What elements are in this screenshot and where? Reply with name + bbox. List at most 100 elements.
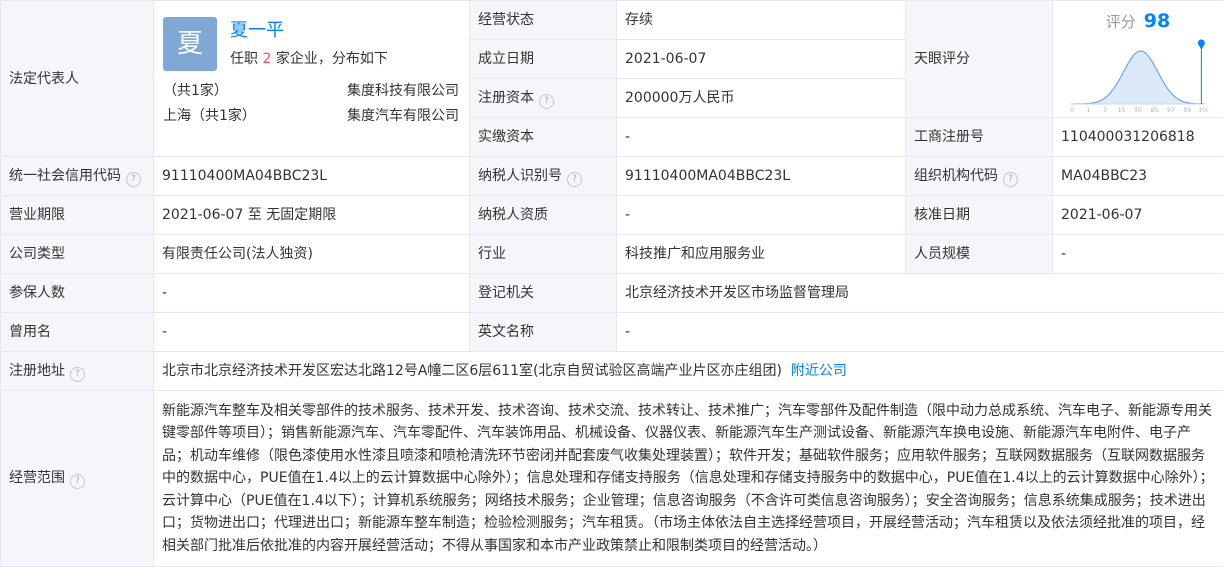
company-info-table: 法定代表人 夏 夏一平 任职 2 家企业，分布如下 （共1家） 集度科技有限公司… <box>0 0 1223 567</box>
term-label: 营业期限 <box>1 196 154 235</box>
region-item: （共1家） <box>163 81 228 101</box>
legal-rep-label: 法定代表人 <box>1 1 154 157</box>
reg-address-cell: 北京市北京经济技术开发区宏达北路12号A幢二区6层611室(北京自贸试验区高端产… <box>154 352 1223 391</box>
taxpayer-qual-value: - <box>617 196 906 235</box>
staff-size-label-text: 人员规模 <box>914 246 970 262</box>
region-company[interactable]: 集度科技有限公司 <box>347 81 459 101</box>
credit-code-value: 91110400MA04BBC23L <box>154 157 470 196</box>
insured-value: - <box>154 274 470 313</box>
former-name-label-text: 曾用名 <box>9 324 51 340</box>
score-value: 98 <box>1144 10 1170 32</box>
axis-tick-labels: 0 1 3 15 50 85 97 99 100 <box>1070 107 1208 114</box>
org-code-label: 组织机构代码? <box>906 157 1053 196</box>
reg-authority-label-text: 登记机关 <box>478 285 534 301</box>
reg-capital-label: 注册资本? <box>470 79 617 118</box>
reg-address-value: 北京市北京经济技术开发区宏达北路12号A幢二区6层611室(北京自贸试验区高端产… <box>162 363 782 379</box>
reg-capital-label-text: 注册资本 <box>478 90 534 106</box>
summary-suffix: 家企业，分布如下 <box>276 51 388 67</box>
score-label: 评分 <box>1106 13 1136 31</box>
question-circle-icon[interactable]: ? <box>567 172 582 187</box>
location-pin-icon <box>1198 40 1205 51</box>
staff-size-value: - <box>1053 235 1223 274</box>
org-code-label-text: 组织机构代码 <box>914 168 998 184</box>
taxpayer-id-value: 91110400MA04BBC23L <box>617 157 906 196</box>
taxpayer-id-label: 纳税人识别号? <box>470 157 617 196</box>
company-type-label: 公司类型 <box>1 235 154 274</box>
score-header: 评分 98 <box>1053 11 1223 33</box>
insured-label: 参保人数 <box>1 274 154 313</box>
industry-label-text: 行业 <box>478 246 506 262</box>
status-label: 经营状态 <box>470 1 617 40</box>
axis-tick-label: 99 <box>1184 107 1192 114</box>
score-cell: 评分 98 0 1 3 15 50 85 97 99 100 <box>1053 1 1223 118</box>
reg-no-label: 工商注册号 <box>906 118 1053 157</box>
paid-capital-value: - <box>617 118 906 157</box>
scope-value: 新能源汽车整车及相关零部件的技术服务、技术开发、技术咨询、技术交流、技术转让、技… <box>154 391 1223 567</box>
reg-no-value: 110400031206818 <box>1053 118 1223 157</box>
english-name-label: 英文名称 <box>470 313 617 352</box>
org-code-value: MA04BBC23 <box>1053 157 1223 196</box>
axis-tick-label: 100 <box>1198 107 1208 114</box>
legal-rep-label-text: 法定代表人 <box>9 71 79 87</box>
company-type-value: 有限责任公司(法人独资) <box>154 235 470 274</box>
found-date-value: 2021-06-07 <box>617 40 906 79</box>
paid-capital-label: 实缴资本 <box>470 118 617 157</box>
found-date-label: 成立日期 <box>470 40 617 79</box>
distribution-area <box>1072 51 1204 104</box>
axis-tick-label: 85 <box>1151 107 1159 114</box>
staff-size-label: 人员规模 <box>906 235 1053 274</box>
scope-label: 经营范围? <box>1 391 154 567</box>
credit-code-label-text: 统一社会信用代码 <box>9 168 121 184</box>
status-value: 存续 <box>617 1 906 40</box>
former-name-value: - <box>154 313 470 352</box>
nearby-companies-link[interactable]: 附近公司 <box>791 363 847 379</box>
axis-tick-label: 15 <box>1118 107 1126 114</box>
status-label-text: 经营状态 <box>478 12 534 28</box>
credit-code-label: 统一社会信用代码? <box>1 157 154 196</box>
reg-authority-value: 北京经济技术开发区市场监督管理局 <box>617 274 1223 313</box>
axis-tick-label: 1 <box>1087 107 1091 114</box>
axis-tick-label: 97 <box>1167 107 1175 114</box>
question-circle-icon[interactable]: ? <box>70 367 85 382</box>
taxpayer-qual-label-text: 纳税人资质 <box>478 207 548 223</box>
approval-date-label: 核准日期 <box>906 196 1053 235</box>
paid-capital-label-text: 实缴资本 <box>478 129 534 145</box>
former-name-label: 曾用名 <box>1 313 154 352</box>
reg-authority-label: 登记机关 <box>470 274 617 313</box>
question-circle-icon[interactable]: ? <box>126 172 141 187</box>
found-date-label-text: 成立日期 <box>478 51 534 67</box>
axis-tick-label: 50 <box>1134 107 1142 114</box>
scope-label-text: 经营范围 <box>9 470 65 486</box>
approval-date-label-text: 核准日期 <box>914 207 970 223</box>
industry-label: 行业 <box>470 235 617 274</box>
tianyan-label-text: 天眼评分 <box>914 51 970 67</box>
reg-no-label-text: 工商注册号 <box>914 129 984 145</box>
question-circle-icon[interactable]: ? <box>539 94 554 109</box>
english-name-value: - <box>617 313 1223 352</box>
summary-prefix: 任职 <box>230 51 258 67</box>
axis-tick-label: 0 <box>1070 107 1074 114</box>
region-company[interactable]: 集度汽车有限公司 <box>347 106 459 126</box>
score-distribution-chart: 0 1 3 15 50 85 97 99 100 <box>1068 37 1208 117</box>
company-type-label-text: 公司类型 <box>9 246 65 262</box>
legal-rep-cell: 夏 夏一平 任职 2 家企业，分布如下 （共1家） 集度科技有限公司 上海（共1… <box>154 1 470 157</box>
approval-date-value: 2021-06-07 <box>1053 196 1223 235</box>
summary-count: 2 <box>262 51 271 67</box>
axis-tick-label: 3 <box>1103 107 1107 114</box>
reg-address-label-text: 注册地址 <box>9 363 65 379</box>
avatar[interactable]: 夏 <box>163 17 217 71</box>
term-value: 2021-06-07 至 无固定期限 <box>154 196 470 235</box>
tianyan-label: 天眼评分 <box>906 1 1053 118</box>
term-label-text: 营业期限 <box>9 207 65 223</box>
reg-capital-value: 200000万人民币 <box>617 79 906 118</box>
industry-value: 科技推广和应用服务业 <box>617 235 906 274</box>
question-circle-icon[interactable]: ? <box>1003 172 1018 187</box>
legal-rep-name-link[interactable]: 夏一平 <box>230 21 284 41</box>
taxpayer-id-label-text: 纳税人识别号 <box>478 168 562 184</box>
insured-label-text: 参保人数 <box>9 285 65 301</box>
legal-rep-summary: 任职 2 家企业，分布如下 <box>230 49 388 69</box>
english-name-label-text: 英文名称 <box>478 324 534 340</box>
question-circle-icon[interactable]: ? <box>70 474 85 489</box>
reg-address-label: 注册地址? <box>1 352 154 391</box>
taxpayer-qual-label: 纳税人资质 <box>470 196 617 235</box>
